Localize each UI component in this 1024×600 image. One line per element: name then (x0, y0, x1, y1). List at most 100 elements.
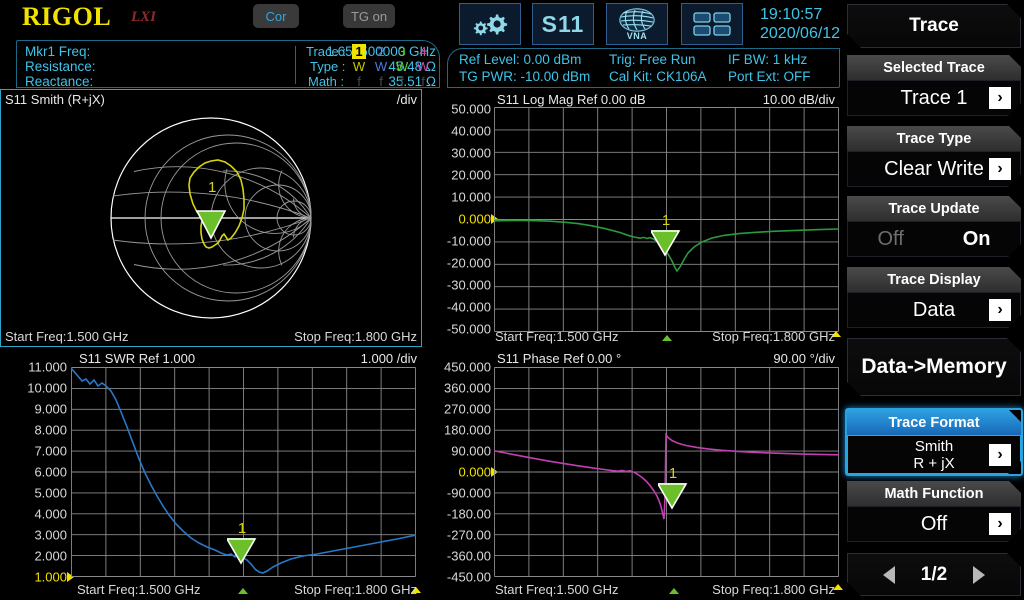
chevron-right-icon[interactable]: › (989, 158, 1011, 180)
tg-power-value: TG PWR: -10.00 dBm (459, 69, 590, 84)
softkey-page-nav[interactable]: 1/2 (847, 553, 1021, 596)
softkey-trace-display-title: Trace Display (847, 267, 1021, 292)
softkey-trace-type-title: Trace Type (847, 126, 1021, 151)
phase-ytick-6: -90.000 (447, 486, 491, 501)
trace-type-1: W (352, 59, 366, 74)
vna-mode-icon[interactable]: VNA (606, 3, 668, 45)
logmag-ytick-0: 50.000 (451, 102, 491, 117)
swr-y-axis: 11.000 10.000 9.000 8.000 7.000 6.000 5.… (1, 349, 67, 594)
swr-marker-triangle[interactable] (227, 538, 255, 562)
logmag-ytick-2: 30.000 (451, 146, 491, 161)
if-bandwidth-value: IF BW: 1 kHz (728, 52, 807, 67)
logmag-ytick-1: 40.000 (451, 124, 491, 139)
smith-chart-graphic: 1 (1, 90, 421, 346)
phase-per-div: 90.00 °/div (773, 351, 835, 366)
softkey-data-to-memory[interactable]: Data->Memory (847, 338, 1021, 396)
trace-type-2: W (374, 59, 388, 74)
trace-math-3: f (395, 74, 409, 89)
trace-type-4: W (416, 59, 430, 74)
chevron-right-icon[interactable]: › (989, 87, 1011, 109)
softkey-trace-format-line1: Smith (913, 438, 954, 455)
softkey-trace-update-title: Trace Update (847, 196, 1021, 221)
softkey-selected-trace[interactable]: Trace 1 › (847, 80, 1021, 116)
port-extension-value: Port Ext: OFF (728, 69, 811, 84)
trigger-value: Trig: Free Run (609, 52, 696, 67)
trace-math-1: f (352, 74, 366, 89)
swr-ytick-ref: 1.000 (34, 570, 67, 585)
logmag-ytick-ref: 0.000 (458, 212, 491, 227)
trace-select-1[interactable]: 1 (352, 44, 366, 59)
softkey-math-function-value: Off (921, 513, 947, 536)
softkey-trace-type-value: Clear Write (884, 158, 984, 181)
softkey-trace-update-on[interactable]: On (963, 228, 991, 251)
lxi-logo: LXI (131, 9, 156, 26)
swr-stop-freq: Stop Freq:1.800 GHz (294, 582, 417, 597)
phase-ytick-10: -450.00 (447, 570, 491, 585)
softkey-trace-type[interactable]: Clear Write › (847, 151, 1021, 187)
cal-kit-value: Cal Kit: CK106A (609, 69, 707, 84)
svg-text:1: 1 (208, 179, 216, 196)
softkey-data-to-memory-label: Data->Memory (861, 355, 1006, 379)
phase-stop-freq: Stop Freq:1.800 GHz (712, 582, 835, 597)
phase-plot-graphic (494, 367, 839, 582)
swr-title: S11 SWR Ref 1.000 (79, 351, 195, 366)
phase-ytick-ref: 0.000 (458, 465, 491, 480)
chevron-right-icon[interactable]: › (989, 444, 1011, 466)
trace-select-2[interactable]: 2 (374, 44, 388, 59)
logmag-marker-label: 1 (662, 212, 670, 229)
trace-math-2: f (374, 74, 388, 89)
logmag-marker-triangle[interactable] (651, 230, 679, 254)
page-indicator: 1/2 (921, 564, 947, 586)
page-next-icon[interactable] (973, 566, 985, 584)
logmag-title: S11 Log Mag Ref 0.00 dB (497, 92, 646, 107)
phase-ytick-8: -270.00 (447, 528, 491, 543)
phase-marker-triangle[interactable] (658, 483, 686, 507)
marker-freq-label: Mkr1 Freq: (25, 44, 90, 59)
swr-ytick-4: 7.000 (34, 444, 67, 459)
softkey-trace-format[interactable]: Smith R + jX › (847, 435, 1021, 474)
layout-grid-icon[interactable] (681, 3, 743, 45)
chevron-right-icon[interactable]: › (989, 299, 1011, 321)
logmag-ytick-7: -20.000 (447, 256, 491, 271)
logmag-ytick-9: -40.000 (447, 300, 491, 315)
settings-info-panel: Ref Level: 0.00 dBm TG PWR: -10.00 dBm T… (447, 48, 840, 88)
logmag-y-axis: 50.000 40.000 30.000 20.000 10.000 0.000… (425, 90, 491, 340)
phase-title: S11 Phase Ref 0.00 ° (497, 351, 621, 366)
softkey-trace-format-title: Trace Format (847, 410, 1021, 435)
tracking-generator-status-button[interactable]: TG on (343, 4, 395, 28)
setup-gear-icon[interactable] (459, 3, 521, 45)
softkey-trace-display[interactable]: Data › (847, 292, 1021, 328)
marker-info-panel: Mkr1 Freq: 1.657500000 GHz Resistance: 4… (16, 40, 440, 88)
logmag-per-div: 10.00 dB/div (763, 92, 835, 107)
smith-stop-freq: Stop Freq:1.800 GHz (294, 329, 417, 344)
smith-chart-panel[interactable]: S11 Smith (R+jX) /div (0, 89, 422, 347)
swr-ytick-5: 6.000 (34, 465, 67, 480)
chevron-right-icon[interactable]: › (989, 513, 1011, 535)
logmag-plot-panel[interactable]: S11 Log Mag Ref 0.00 dB 10.00 dB/div 50.… (424, 89, 840, 347)
swr-per-div: 1.000 /div (361, 351, 417, 366)
phase-plot-panel[interactable]: S11 Phase Ref 0.00 ° 90.00 °/div 450.000… (424, 348, 840, 600)
phase-ytick-1: 360.000 (444, 381, 491, 396)
swr-ytick-8: 3.000 (34, 528, 67, 543)
s11-measurement-icon[interactable]: S11 (532, 3, 594, 45)
rigol-logo: RIGOL (22, 2, 111, 32)
logmag-ytick-10: -50.000 (447, 322, 491, 337)
logmag-start-freq: Start Freq:1.500 GHz (495, 329, 619, 344)
softkey-trace-update-off[interactable]: Off (877, 228, 903, 251)
swr-ytick-0: 11.000 (28, 360, 67, 375)
swr-ytick-1: 10.000 (27, 381, 67, 396)
swr-plot-panel[interactable]: S11 SWR Ref 1.000 1.000 /div 11.000 10.0… (0, 348, 422, 600)
logmag-marker-xpointer (662, 335, 672, 341)
app-header: RIGOL LXI Cor TG on S11 (0, 0, 840, 34)
trace-math-4: f (416, 74, 430, 89)
correction-status-button[interactable]: Cor (253, 4, 299, 28)
logmag-stop-freq: Stop Freq:1.800 GHz (712, 329, 835, 344)
trace-select-3[interactable]: 3 (395, 44, 409, 59)
softkey-math-function[interactable]: Off › (847, 506, 1021, 542)
trace-select-4[interactable]: 4 (416, 44, 430, 59)
softkey-trace-display-value: Data (913, 299, 955, 322)
softkey-trace-update[interactable]: Off On (847, 221, 1021, 257)
page-prev-icon[interactable] (883, 566, 895, 584)
phase-ytick-3: 180.000 (444, 423, 491, 438)
phase-ytick-7: -180.00 (447, 507, 491, 522)
